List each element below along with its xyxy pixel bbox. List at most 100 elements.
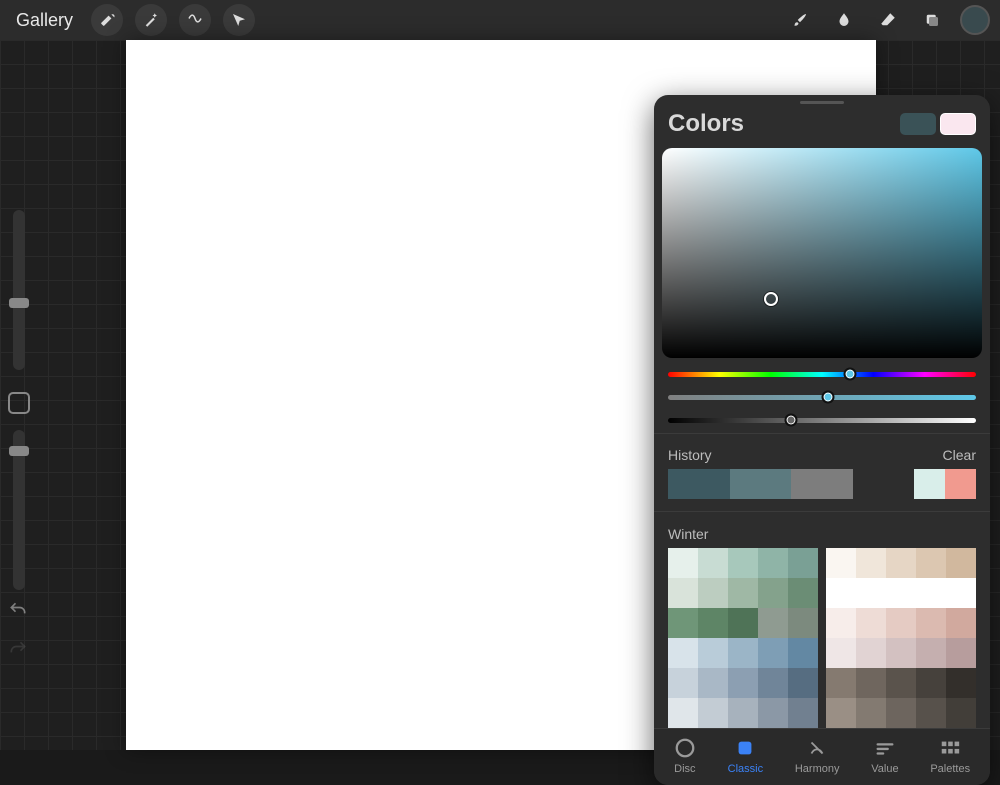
palette-swatch[interactable] [916,548,946,578]
palette-swatch[interactable] [826,578,856,608]
palette-swatch[interactable] [946,698,976,728]
palette-swatch[interactable] [728,638,758,668]
history-swatch[interactable] [945,469,976,499]
palette-swatch[interactable] [826,548,856,578]
palette-swatch[interactable] [916,638,946,668]
palette-swatch[interactable] [668,548,698,578]
palette-swatch[interactable] [698,608,728,638]
palette-swatch[interactable] [698,638,728,668]
tab-palettes[interactable]: Palettes [930,737,970,775]
palette-swatch[interactable] [946,608,976,638]
palette-swatch[interactable] [698,698,728,728]
palette-swatch[interactable] [728,668,758,698]
palette-swatch[interactable] [916,608,946,638]
palette-swatch[interactable] [886,548,916,578]
brush-size-slider[interactable] [13,210,25,370]
palette-swatch[interactable] [668,668,698,698]
palette-swatch[interactable] [826,668,856,698]
palette-swatch[interactable] [668,578,698,608]
palette-swatch[interactable] [668,638,698,668]
value-slider[interactable] [668,418,976,423]
palette-swatch[interactable] [698,578,728,608]
palette-swatch[interactable] [698,548,728,578]
palette-swatch[interactable] [788,698,818,728]
palette-swatch[interactable] [886,698,916,728]
palette-swatch[interactable] [886,578,916,608]
history-swatch[interactable] [822,469,853,499]
palette-swatch[interactable] [788,608,818,638]
palette-swatch[interactable] [788,638,818,668]
history-swatch[interactable] [760,469,791,499]
redo-button[interactable] [8,639,28,664]
opacity-slider[interactable] [13,430,25,590]
undo-button[interactable] [8,600,28,625]
palette-swatch[interactable] [856,578,886,608]
saturation-slider[interactable] [668,395,976,400]
palette-swatch[interactable] [946,638,976,668]
palette-swatch[interactable] [698,668,728,698]
palette-swatch[interactable] [758,698,788,728]
palette-swatch[interactable] [826,698,856,728]
palette-swatch[interactable] [668,698,698,728]
palette-swatch[interactable] [788,668,818,698]
tab-value[interactable]: Value [871,737,898,775]
palette-swatch[interactable] [728,698,758,728]
adjustments-wand-button[interactable] [135,4,167,36]
modify-button[interactable] [8,392,30,414]
sv-cursor[interactable] [764,292,778,306]
secondary-color-swatch[interactable] [940,113,976,135]
palette-swatch[interactable] [758,638,788,668]
palette-swatch[interactable] [758,578,788,608]
palette-swatch[interactable] [826,608,856,638]
value-thumb[interactable] [785,414,798,427]
palette-swatch[interactable] [788,548,818,578]
tab-harmony[interactable]: Harmony [795,737,840,775]
clear-history-button[interactable]: Clear [943,447,976,463]
palette-swatch[interactable] [758,608,788,638]
saturation-thumb[interactable] [822,391,835,404]
tab-classic[interactable]: Classic [728,737,763,775]
palette-swatch[interactable] [946,578,976,608]
palette-swatch[interactable] [728,578,758,608]
palette-swatch[interactable] [886,608,916,638]
primary-color-swatch[interactable] [900,113,936,135]
palette-swatch[interactable] [946,668,976,698]
hue-thumb[interactable] [843,368,856,381]
selection-tool-button[interactable] [179,4,211,36]
transform-tool-button[interactable] [223,4,255,36]
history-swatch[interactable] [699,469,730,499]
palette-swatch[interactable] [916,578,946,608]
palette-swatch[interactable] [886,638,916,668]
brush-tool-button[interactable] [784,4,816,36]
history-swatch[interactable] [914,469,945,499]
palette-swatch[interactable] [856,698,886,728]
history-swatch[interactable] [668,469,699,499]
palette-swatch[interactable] [946,548,976,578]
history-swatch[interactable] [791,469,822,499]
palette-swatch[interactable] [856,548,886,578]
eraser-tool-button[interactable] [872,4,904,36]
saturation-value-field[interactable] [662,148,982,358]
palette-swatch[interactable] [668,608,698,638]
palette-swatch[interactable] [856,638,886,668]
smudge-tool-button[interactable] [828,4,860,36]
actions-wrench-button[interactable] [91,4,123,36]
hue-slider[interactable] [668,372,976,377]
palette-swatch[interactable] [916,668,946,698]
palette-swatch[interactable] [788,578,818,608]
gallery-button[interactable]: Gallery [10,10,79,31]
layers-button[interactable] [916,4,948,36]
palette-swatch[interactable] [856,668,886,698]
history-swatch[interactable] [730,469,761,499]
active-color-button[interactable] [960,5,990,35]
opacity-thumb[interactable] [9,446,29,456]
palette-swatch[interactable] [758,548,788,578]
palette-swatch[interactable] [728,548,758,578]
palette-swatch[interactable] [728,608,758,638]
palette-swatch[interactable] [886,668,916,698]
palette-swatch[interactable] [916,698,946,728]
palette-swatch[interactable] [856,608,886,638]
palette-swatch[interactable] [826,638,856,668]
palette-swatch[interactable] [758,668,788,698]
tab-disc[interactable]: Disc [674,737,696,775]
